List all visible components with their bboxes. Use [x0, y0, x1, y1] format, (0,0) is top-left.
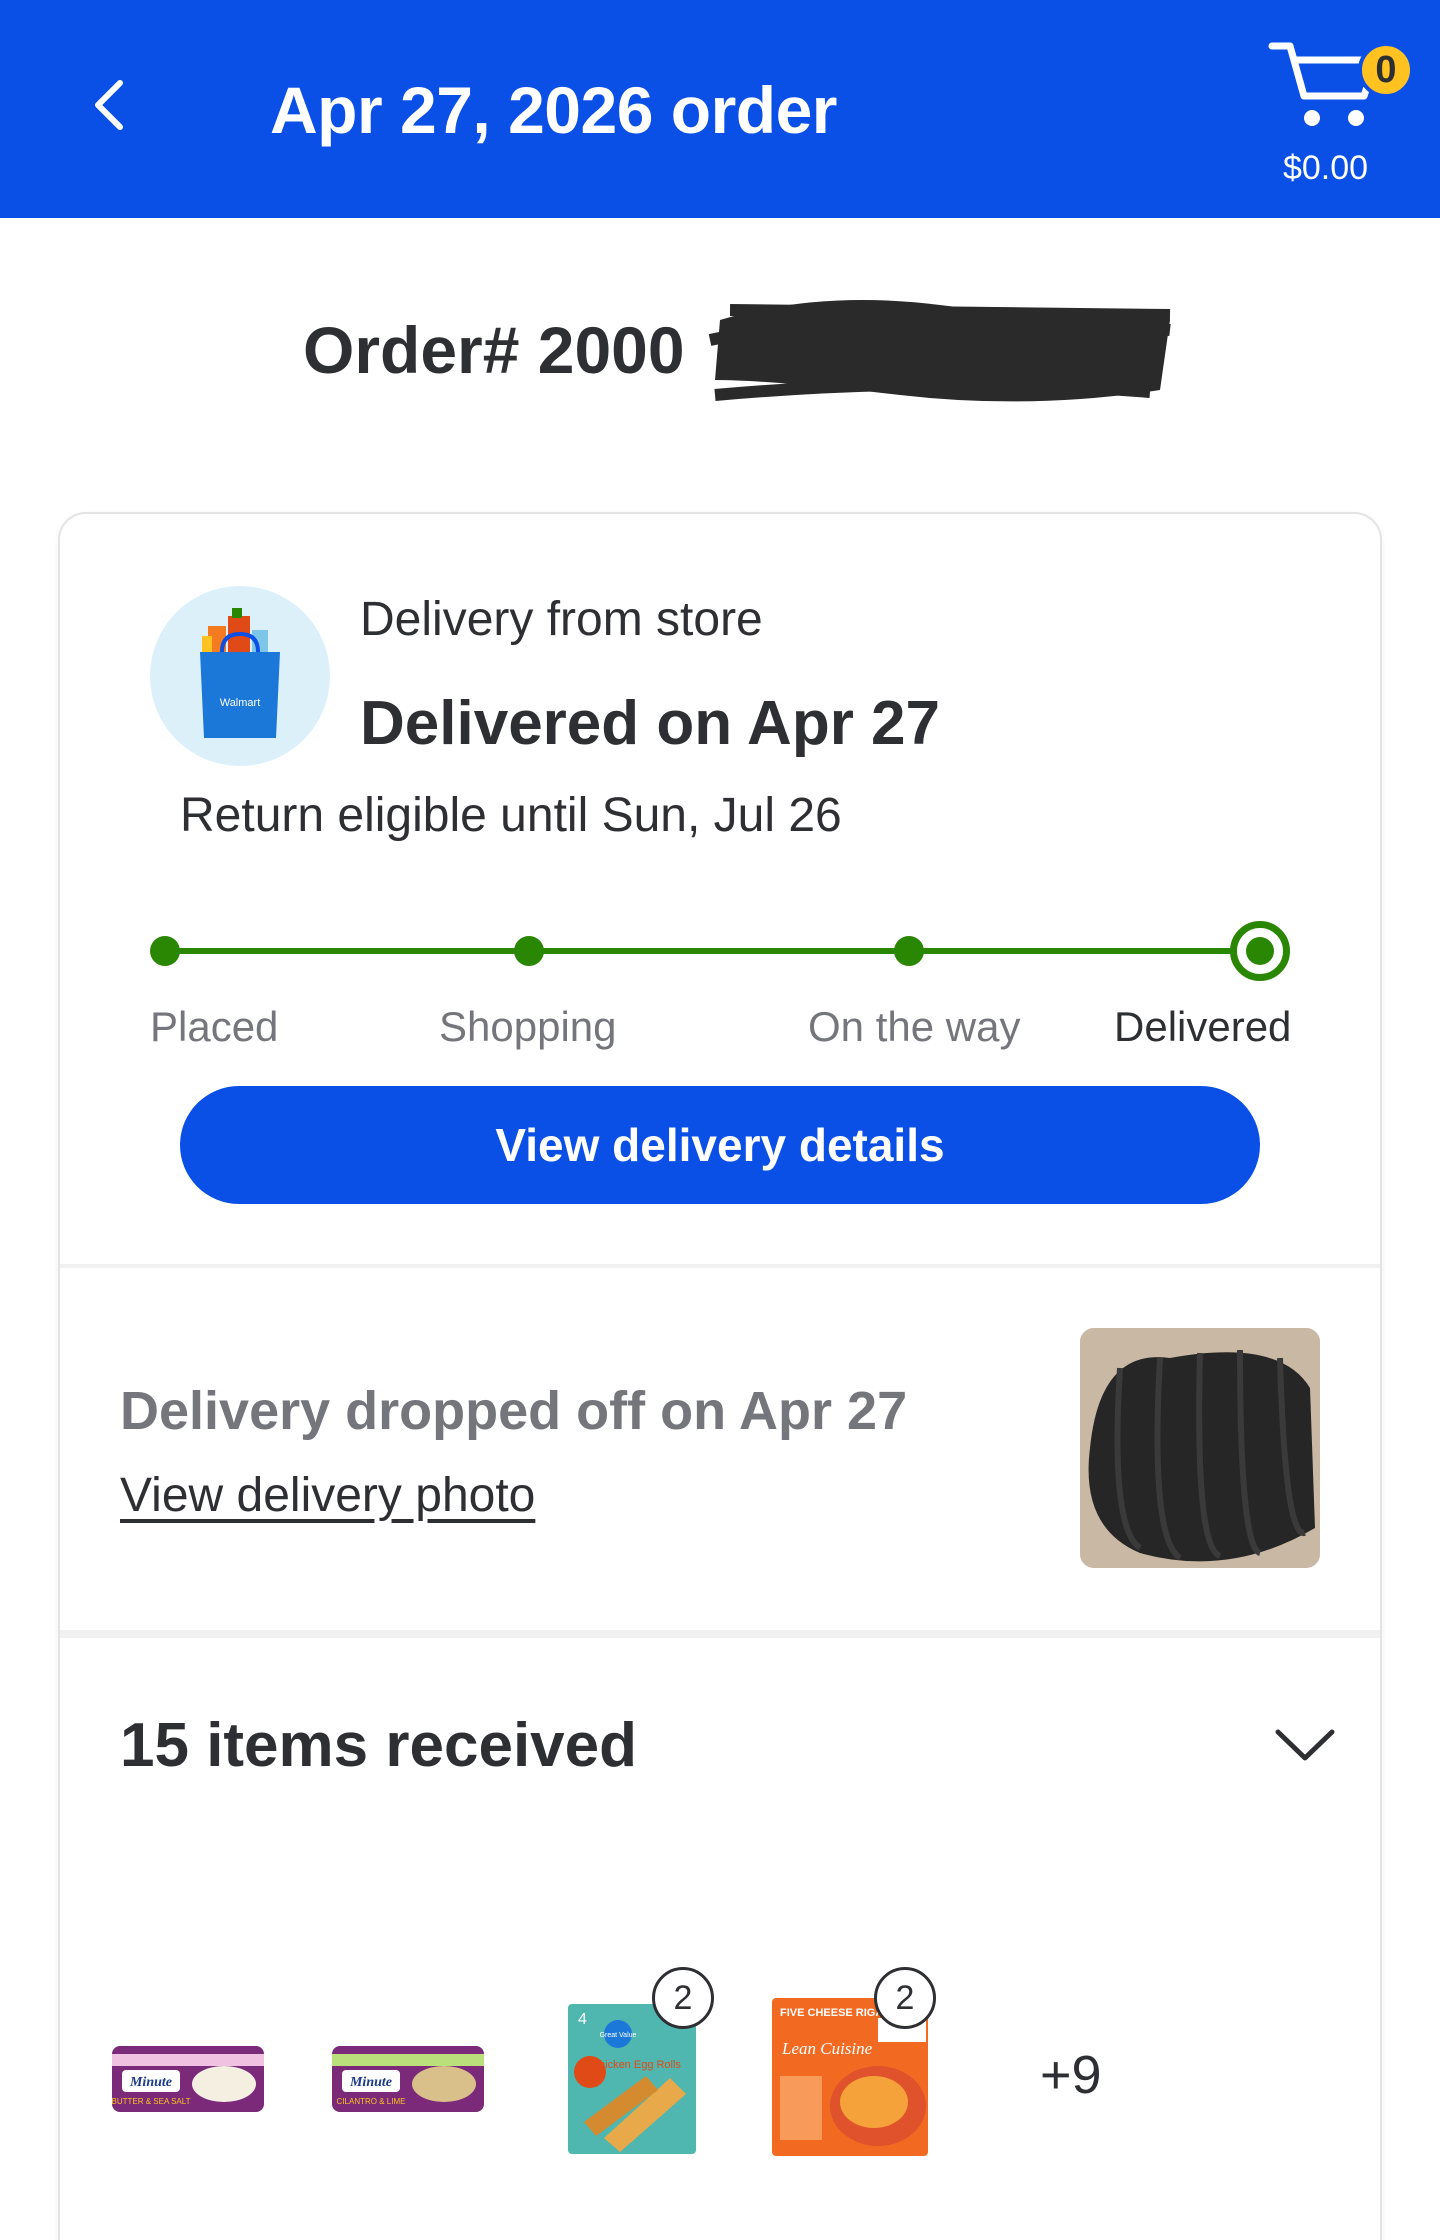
- delivery-photo-thumbnail[interactable]: [1080, 1328, 1320, 1568]
- step-label-shopping: Shopping: [439, 1003, 617, 1050]
- item-thumbnail[interactable]: Minute CILANTRO & LIME: [328, 2040, 488, 2120]
- progress-dot-on-the-way: [894, 936, 924, 966]
- walmart-bag-icon: Walmart: [150, 586, 330, 766]
- cart-total: $0.00: [1282, 149, 1369, 187]
- walmart-bag-label: Walmart: [220, 697, 261, 709]
- more-items-count[interactable]: +9: [1040, 2044, 1102, 2106]
- delivery-status-title: Delivered on Apr 27: [360, 689, 941, 758]
- chevron-left-icon: [95, 80, 123, 130]
- item-flavor-label: CILANTRO & LIME: [337, 2097, 406, 2106]
- item-brand-label: Lean Cuisine: [781, 2039, 873, 2058]
- item-flavor-label: BUTTER & SEA SALT: [112, 2097, 191, 2106]
- item-quantity-badge: 2: [874, 1967, 936, 2029]
- item-pack-count: 4: [578, 2011, 587, 2028]
- expand-items-button[interactable]: [1270, 1720, 1340, 1770]
- cart-button[interactable]: 0 $0.00: [1268, 34, 1418, 204]
- item-brand-label: Minute: [349, 2075, 392, 2090]
- step-label-on-the-way: On the way: [808, 1003, 1021, 1050]
- item-thumbnail[interactable]: Minute BUTTER & SEA SALT: [108, 2040, 268, 2120]
- step-label-delivered: Delivered: [1114, 1003, 1292, 1050]
- item-quantity-badge: 2: [652, 1967, 714, 2029]
- view-delivery-photo-link[interactable]: View delivery photo: [120, 1468, 535, 1523]
- item-brand-label: Great Value: [600, 2032, 637, 2039]
- order-number: Order# 2000: [303, 313, 685, 387]
- section-divider: [60, 1630, 1380, 1638]
- section-divider: [60, 1264, 1380, 1268]
- step-label-placed: Placed: [150, 1003, 279, 1050]
- top-app-bar: Apr 27, 2026 order 0 $0.00: [0, 0, 1440, 218]
- progress-dot-delivered: [1230, 921, 1290, 981]
- cart-count-badge: 0: [1358, 42, 1414, 98]
- redaction-scribble: [708, 300, 1171, 402]
- view-delivery-details-button[interactable]: View delivery details: [180, 1086, 1260, 1204]
- dropoff-status: Delivery dropped off on Apr 27: [120, 1381, 908, 1441]
- progress-dot-shopping: [514, 936, 544, 966]
- return-eligibility: Return eligible until Sun, Jul 26: [180, 789, 842, 842]
- page-title: Apr 27, 2026 order: [270, 73, 837, 147]
- progress-track: [165, 948, 1260, 954]
- back-button[interactable]: [80, 70, 140, 140]
- item-brand-label: Minute: [129, 2075, 172, 2090]
- progress-dot-placed: [150, 936, 180, 966]
- items-received-title: 15 items received: [120, 1711, 638, 1780]
- delivery-type: Delivery from store: [360, 593, 763, 646]
- chevron-down-icon: [1275, 1729, 1335, 1761]
